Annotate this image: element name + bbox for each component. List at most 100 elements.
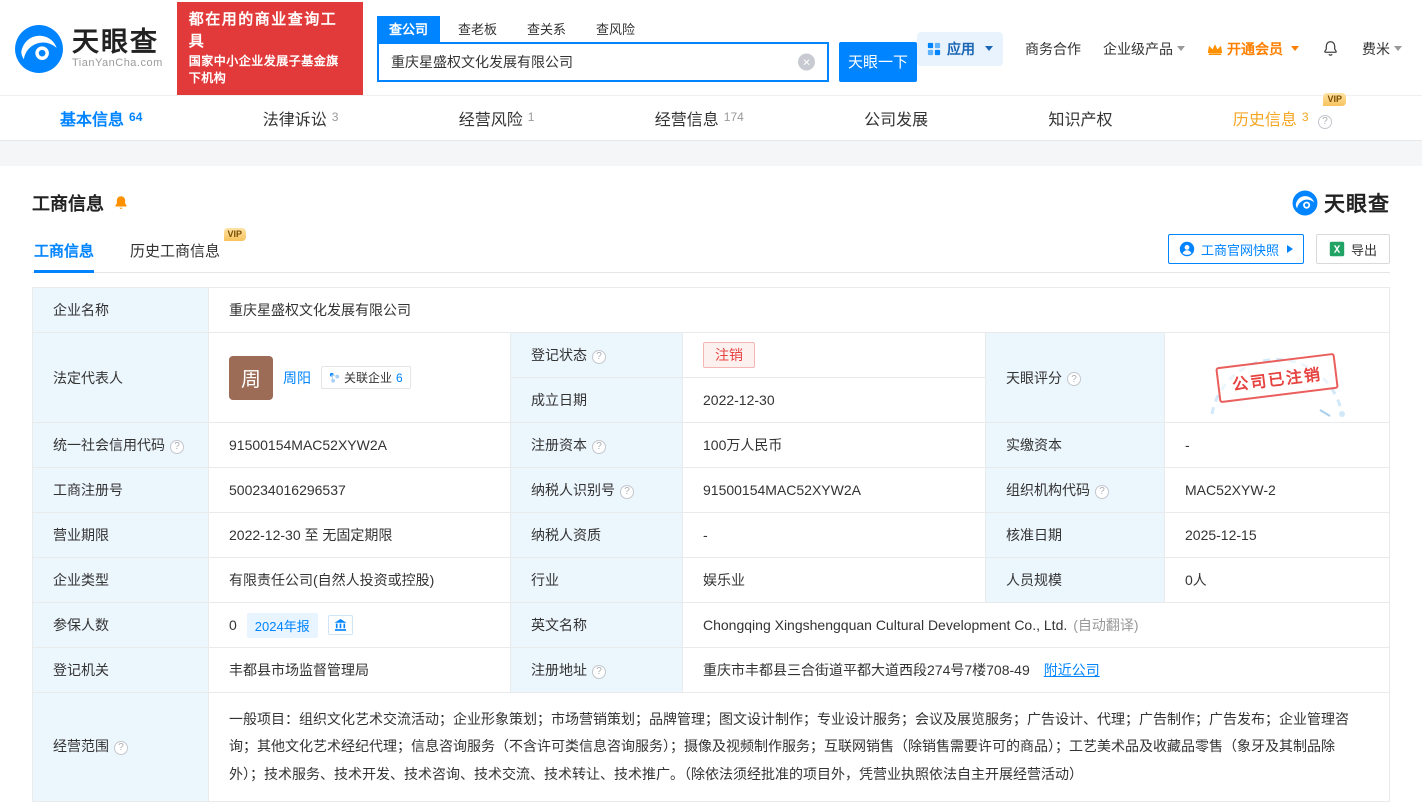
slogan-line2: 国家中小企业发展子基金旗下机构	[188, 53, 339, 86]
official-snapshot-button[interactable]: 工商官网快照	[1167, 234, 1304, 264]
related-companies-chip[interactable]: 关联企业 6	[321, 366, 411, 389]
section-head: 工商信息 天眼查	[32, 166, 1390, 218]
help-icon[interactable]: ?	[170, 439, 184, 454]
notifications-bell-icon[interactable]	[1321, 39, 1340, 58]
tab-company-development[interactable]: 公司发展	[864, 102, 928, 134]
credit-code-value: 91500154MAC52XYW2A	[208, 422, 511, 468]
menu-enterprise-products[interactable]: 企业级产品	[1103, 39, 1185, 59]
brand-domain: TianYanCha.com	[72, 57, 163, 70]
value-text: 2022-12-30 至 无固定期限	[229, 527, 393, 543]
search-box: ×	[377, 41, 829, 82]
tab-operation-risk[interactable]: 经营风险 1	[459, 102, 535, 134]
value-text: -	[703, 527, 708, 543]
page-gap	[0, 141, 1422, 166]
field-label: 注册地址?	[510, 647, 683, 693]
search-tab-boss[interactable]: 查老板	[446, 16, 509, 42]
field-label: 登记状态?	[510, 332, 683, 378]
help-icon[interactable]: ?	[592, 664, 606, 679]
subtab-label: 历史工商信息	[130, 243, 221, 260]
label-text: 注册地址	[531, 662, 587, 678]
insured-trend-chip[interactable]	[327, 615, 353, 635]
tab-history-info[interactable]: VIP 历史信息 3 ?	[1233, 93, 1346, 134]
related-label: 关联企业	[344, 371, 393, 385]
search-area: 查公司 查老板 查关系 查风险 × 天眼一下	[377, 15, 917, 82]
help-icon[interactable]: ?	[592, 439, 606, 454]
business-info-table: 企业名称 重庆星盛权文化发展有限公司 法定代表人 周 周阳 关联企业 6 登记状…	[32, 287, 1390, 802]
label-text: 英文名称	[531, 617, 587, 633]
company-name-value: 重庆星盛权文化发展有限公司	[208, 287, 1390, 333]
vip-label: 开通会员	[1227, 40, 1283, 57]
reg-number-value: 500234016296537	[208, 467, 511, 513]
field-label: 企业类型	[32, 557, 209, 603]
tab-legal-proceedings[interactable]: 法律诉讼 3	[263, 102, 339, 134]
search-tabs: 查公司 查老板 查关系 查风险	[377, 15, 917, 42]
apps-button[interactable]: 应用	[917, 31, 1003, 66]
watermark-brand: 天眼查	[1324, 193, 1390, 216]
value-text: 重庆市丰都县三合街道平都大道西段274号7楼708-49	[703, 662, 1030, 678]
tab-intellectual-property[interactable]: 知识产权	[1048, 102, 1112, 134]
field-label: 注册资本?	[510, 422, 683, 468]
value-text: 一般项目：组织文化艺术交流活动；企业形象策划；市场营销策划；品牌管理；图文设计制…	[229, 711, 1349, 782]
field-label: 登记机关	[32, 647, 209, 693]
value-text: -	[1185, 437, 1190, 453]
brand-name: 天眼查	[72, 26, 159, 57]
tianyancha-logo-icon	[14, 24, 64, 74]
search-input[interactable]	[379, 43, 827, 80]
field-label: 统一社会信用代码?	[32, 422, 209, 468]
tianyancha-logo-icon	[1292, 190, 1318, 216]
value-text: 100万人民币	[703, 437, 783, 453]
value-text: 0人	[1185, 572, 1207, 588]
tab-label: 知识产权	[1048, 112, 1113, 129]
reg-capital-value: 100万人民币	[682, 422, 986, 468]
value-text: 0	[229, 617, 237, 633]
label-text: 实缴资本	[1006, 437, 1062, 453]
grid-icon	[927, 42, 941, 55]
insured-count-cell: 0 2024年报	[208, 602, 511, 648]
help-icon[interactable]: ?	[592, 349, 606, 364]
help-icon[interactable]: ?	[620, 484, 634, 499]
status-badge: 注销	[703, 342, 755, 368]
field-label: 天眼评分?	[985, 332, 1165, 423]
tab-count: 174	[723, 110, 744, 124]
bank-icon	[334, 619, 347, 631]
user-menu[interactable]: 费米	[1362, 39, 1402, 59]
tab-label: 经营风险	[458, 112, 523, 129]
value-text: Chongqing Xingshengquan Cultural Develop…	[703, 617, 1068, 633]
tab-operation-info[interactable]: 经营信息 174	[655, 102, 744, 134]
tianyancha-logo[interactable]: 天眼查 TianYanCha.com	[14, 24, 163, 74]
avatar[interactable]: 周	[229, 355, 273, 400]
help-icon[interactable]: ?	[1095, 484, 1109, 499]
tab-label: 经营信息	[654, 112, 719, 129]
excel-icon	[1329, 241, 1345, 257]
subtab-history-business-info[interactable]: 历史工商信息 VIP	[130, 228, 247, 261]
field-label: 英文名称	[510, 602, 683, 648]
auto-translate-note: (自动翻译)	[1073, 617, 1139, 633]
menu-cooperation[interactable]: 商务合作	[1025, 39, 1081, 59]
clear-search-icon[interactable]: ×	[798, 53, 815, 70]
annual-report-badge[interactable]: 2024年报	[246, 612, 318, 638]
establish-date-value: 2022-12-30	[682, 377, 986, 423]
value-text: 娱乐业	[703, 572, 745, 588]
search-tab-company[interactable]: 查公司	[377, 15, 441, 42]
tab-basic-info[interactable]: 基本信息 64	[60, 102, 142, 134]
help-icon[interactable]: ?	[114, 741, 128, 756]
table-row: 经营范围? 一般项目：组织文化艺术交流活动；企业形象策划；市场营销策划；品牌管理…	[32, 692, 1390, 802]
open-vip-button[interactable]: 开通会员	[1207, 39, 1299, 59]
label-text: 天眼评分	[1006, 369, 1062, 386]
help-icon[interactable]: ?	[1067, 372, 1081, 386]
export-label: 导出	[1350, 242, 1377, 258]
vip-badge: VIP	[223, 228, 247, 241]
field-label: 参保人数	[32, 602, 209, 648]
legal-rep-link[interactable]: 周阳	[283, 368, 311, 388]
search-tab-relation[interactable]: 查关系	[515, 16, 578, 42]
search-tab-risk[interactable]: 查风险	[584, 16, 647, 42]
label-text: 企业名称	[53, 302, 109, 318]
table-row: 登记机关 丰都县市场监督管理局 注册地址? 重庆市丰都县三合街道平都大道西段27…	[32, 647, 1390, 693]
subtab-business-info[interactable]: 工商信息	[34, 240, 95, 273]
field-label: 人员规模	[985, 557, 1165, 603]
subscribe-bell-icon[interactable]	[112, 194, 130, 212]
export-button[interactable]: 导出	[1315, 234, 1390, 264]
help-icon[interactable]: ?	[1317, 114, 1332, 129]
search-button[interactable]: 天眼一下	[839, 41, 917, 82]
nearby-companies-link[interactable]: 附近公司	[1044, 660, 1100, 680]
